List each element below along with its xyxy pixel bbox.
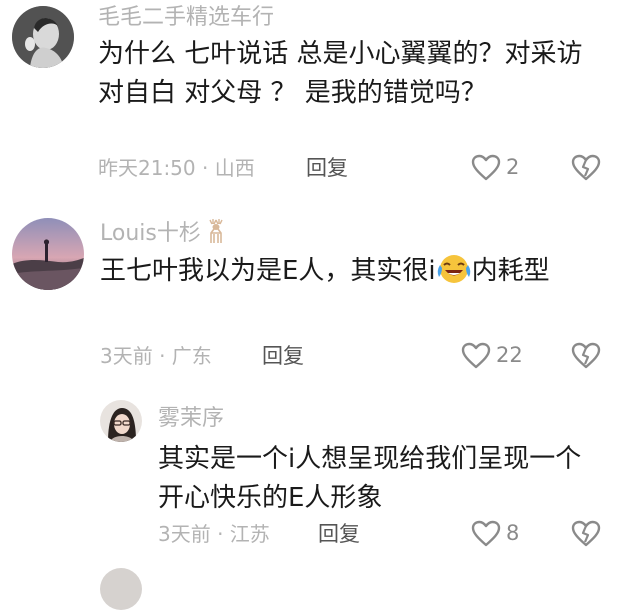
avatar[interactable] <box>100 568 142 610</box>
reply-button[interactable]: 回复 <box>262 342 304 370</box>
deer-icon <box>205 218 227 244</box>
reply-button[interactable]: 回复 <box>318 520 360 548</box>
avatar[interactable] <box>100 400 142 442</box>
comment-text: 为什么 七叶说话 总是小心翼翼的？对采访 对自白 对父母 ？ 是我的错觉吗？ <box>98 39 583 108</box>
comment-text: 其实是一个i人想呈现给我们呈现一个开心快乐的E人形象 <box>158 444 582 513</box>
comment-text-part: 王七叶我以为是E人，其实很i <box>100 256 436 286</box>
avatar[interactable] <box>12 6 74 68</box>
username[interactable]: Louis十杉 <box>100 218 227 248</box>
comment-meta: 3天前 · 广东 <box>100 344 212 368</box>
username-text: Louis十杉 <box>100 221 201 246</box>
username[interactable]: 毛毛二手精选车行 <box>98 4 274 32</box>
reply-button[interactable]: 回复 <box>306 154 348 182</box>
heart-outline-icon <box>470 519 502 547</box>
dislike-button[interactable] <box>570 340 602 370</box>
heart-outline-icon <box>460 341 492 369</box>
like-button[interactable]: 22 <box>460 341 523 369</box>
comment-meta: 昨天21:50 · 山西 <box>98 156 255 180</box>
like-count: 22 <box>496 343 523 367</box>
like-count: 2 <box>506 155 520 179</box>
avatar[interactable] <box>12 218 84 290</box>
dislike-button[interactable] <box>570 518 602 548</box>
broken-heart-icon <box>570 518 602 548</box>
laughing-crying-emoji-icon <box>436 253 472 285</box>
heart-outline-icon <box>470 153 502 181</box>
comment-text: 王七叶我以为是E人，其实很i 内耗型 <box>100 252 600 291</box>
like-count: 8 <box>506 521 520 545</box>
dislike-button[interactable] <box>570 152 602 182</box>
like-button[interactable]: 2 <box>470 153 519 181</box>
broken-heart-icon <box>570 152 602 182</box>
comment-meta: 3天前 · 江苏 <box>158 522 270 546</box>
comment-text-part: 内耗型 <box>471 256 550 286</box>
username[interactable]: 雾茉序 <box>158 405 224 433</box>
broken-heart-icon <box>570 340 602 370</box>
like-button[interactable]: 8 <box>470 519 519 547</box>
